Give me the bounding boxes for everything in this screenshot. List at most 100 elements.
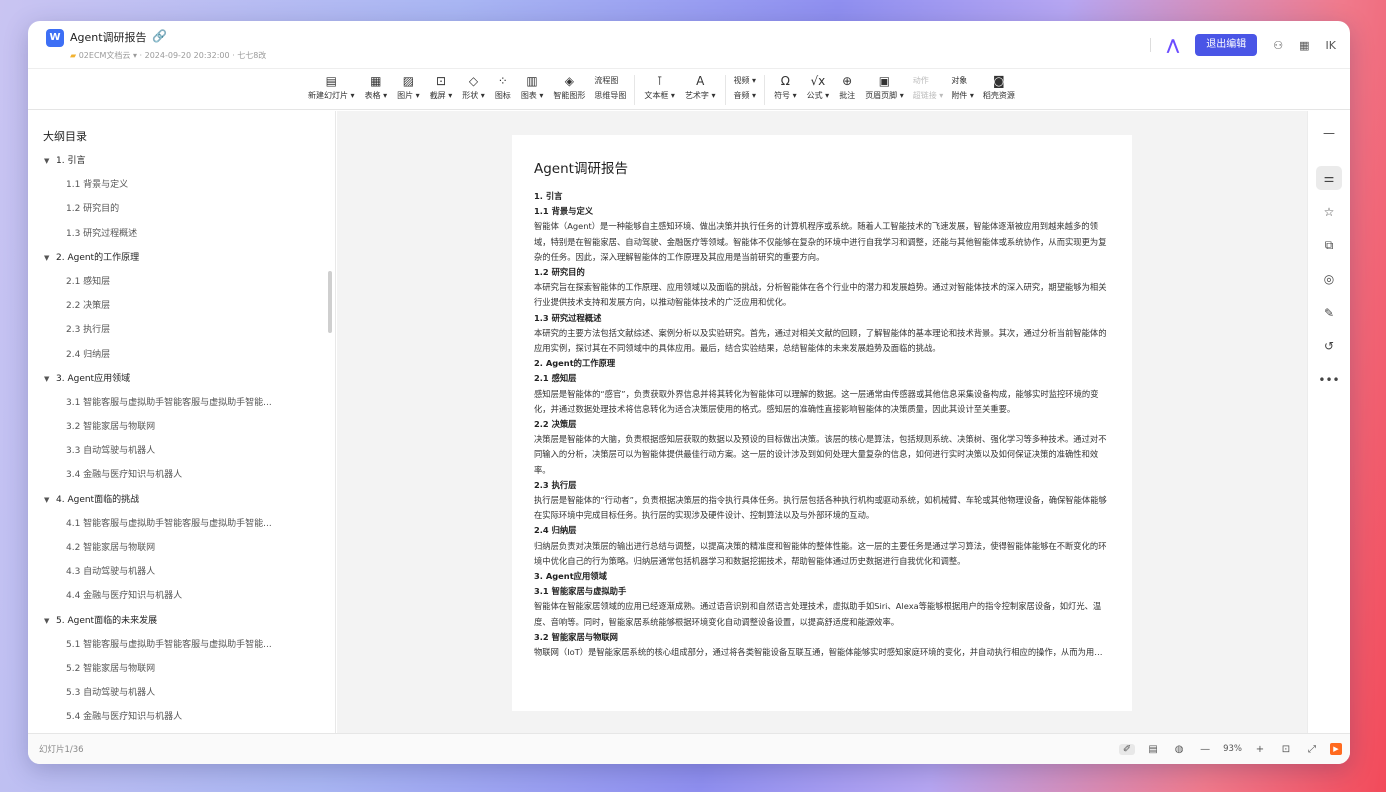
symbol-button[interactable]: Ω 符号 ▾: [769, 73, 802, 101]
wordart-button[interactable]: A 艺术字 ▾: [680, 73, 721, 101]
document-meta-text[interactable]: 02ECM文档云 ▾ · 2024-09-20 20:32:00 · 七七8改: [79, 51, 267, 60]
outline-item[interactable]: 4.3 自动驾驶与机器人: [28, 560, 288, 584]
table-button[interactable]: ▦ 表格 ▾: [360, 73, 393, 101]
slide-canvas: Agent调研报告 1. 引言 1.1 背景与定义 智能体（Agent）是一种能够自…: [337, 111, 1307, 733]
outline-item[interactable]: ▼ 4. Agent面临的挑战: [28, 488, 328, 512]
outline-item[interactable]: 2.4 归纳层: [28, 343, 288, 367]
toolbar-label: 形状 ▾: [462, 91, 485, 100]
outline-item[interactable]: ▼ 1. 引言: [28, 149, 328, 173]
status-controls: ✐ ▤ ◍ — 93% + ⊡ ⤢ ▶: [1119, 739, 1342, 759]
apps-grid-icon[interactable]: ▦: [1299, 39, 1309, 52]
outline-item[interactable]: 4.1 智能客服与虚拟助手智能客服与虚拟助手智能...: [28, 512, 288, 536]
comment-button[interactable]: ⊕ 批注: [834, 73, 860, 101]
attachment-button[interactable]: 附件 ▾: [951, 90, 974, 101]
outline-item[interactable]: ▼ 2. Agent的工作原理: [28, 246, 328, 270]
formula-button[interactable]: √x 公式 ▾: [802, 73, 835, 101]
toolbar-items: ▤ 新建幻灯片 ▾ ▦ 表格 ▾ ▨ 图片 ▾ ⊡ 截屏 ▾ ◇ 形状 ▾ ⁘ 图标 ▥ 图表 ▾ ◈ 智能图…: [303, 73, 1020, 105]
outline-item[interactable]: 5.4 金融与医疗知识与机器人: [28, 705, 288, 729]
tools-icon[interactable]: ✎: [1316, 301, 1342, 325]
zoom-level[interactable]: 93%: [1223, 744, 1242, 754]
outline-item[interactable]: ▼ 5. Agent面临的未来发展: [28, 609, 328, 633]
zoom-in-icon[interactable]: +: [1252, 744, 1268, 755]
animation-icon[interactable]: ◎: [1316, 267, 1342, 291]
outline-item[interactable]: 2.1 感知层: [28, 270, 288, 294]
smart-graphic-icon: ◈: [564, 74, 574, 88]
caret-down-icon[interactable]: ▼: [44, 246, 56, 270]
slide-heading: 1.3 研究过程概述: [534, 312, 602, 323]
settings-sliders-icon[interactable]: ⚌: [1316, 166, 1342, 190]
outline-item[interactable]: 5.3 自动驾驶与机器人: [28, 681, 288, 705]
smart-graphic-button[interactable]: ◈ 智能图形: [548, 73, 590, 101]
exit-edit-button[interactable]: 退出编辑: [1195, 34, 1258, 56]
divider: [1149, 38, 1151, 52]
sticker-icon: ◙: [993, 74, 1005, 88]
play-slideshow-icon[interactable]: ▶: [1330, 743, 1342, 755]
minimize-icon[interactable]: —: [1316, 121, 1342, 145]
mindmap-button[interactable]: 思维导图: [594, 90, 626, 101]
outline-item[interactable]: 4.4 金融与医疗知识与机器人: [28, 584, 288, 608]
outline-scrollbar[interactable]: [328, 271, 332, 333]
slide-title[interactable]: Agent调研报告: [534, 157, 1110, 177]
outline-item[interactable]: 5.2 智能家居与物联网: [28, 657, 288, 681]
object-button[interactable]: 对象: [951, 75, 974, 86]
outline-item[interactable]: 1.3 研究过程概述: [28, 222, 288, 246]
outline-item[interactable]: 3.2 智能家居与物联网: [28, 415, 288, 439]
history-icon[interactable]: ↺: [1316, 334, 1342, 358]
caret-down-icon[interactable]: ▼: [44, 367, 56, 391]
outline-item[interactable]: 2.3 执行层: [28, 318, 288, 342]
star-icon[interactable]: ☆: [1316, 200, 1342, 224]
screenshot-button[interactable]: ⊡ 截屏 ▾: [425, 73, 458, 101]
zoom-out-icon[interactable]: —: [1197, 744, 1213, 755]
textbox-button[interactable]: ⊺ 文本框 ▾: [639, 73, 680, 101]
outline-panel: 大纲目录 ▼ 1. 引言 1.1 背景与定义 1.2 研究目的 1.3 研究过程概述 ▼ 2…: [28, 111, 336, 733]
notes-icon[interactable]: ▤: [1145, 744, 1161, 755]
outline-item[interactable]: 1.1 背景与定义: [28, 173, 288, 197]
table-icon: ▦: [370, 74, 382, 88]
video-button[interactable]: 视频 ▾: [734, 75, 757, 86]
hyperlink-button: 超链接 ▾: [912, 91, 944, 100]
duplicate-icon[interactable]: ⧉: [1316, 233, 1342, 257]
link-icon[interactable]: 🔗: [152, 29, 167, 43]
user-icon[interactable]: ⚇: [1273, 39, 1283, 52]
outline-item-label: 3.3 自动驾驶与机器人: [66, 446, 156, 457]
avatar[interactable]: IK: [1326, 39, 1336, 52]
document-icon: W: [46, 29, 64, 47]
icon-library-button[interactable]: ⁘ 图标: [490, 73, 516, 101]
outline-item[interactable]: 4.2 智能家居与物联网: [28, 536, 288, 560]
outline-item[interactable]: 3.3 自动驾驶与机器人: [28, 439, 288, 463]
audio-button[interactable]: 音频 ▾: [734, 90, 757, 101]
toolbar-label: 稻壳资源: [982, 91, 1015, 100]
outline-item[interactable]: ▼ 3. Agent应用领域: [28, 367, 328, 391]
slide-body[interactable]: 1. 引言 1.1 背景与定义 智能体（Agent）是一种能够自主感知环境、做出决策…: [534, 189, 1110, 660]
caret-down-icon[interactable]: ▼: [44, 488, 56, 512]
new-slide-button[interactable]: ▤ 新建幻灯片 ▾: [303, 73, 360, 101]
slide-heading: 2.4 归纳层: [534, 525, 577, 536]
outline-item-label: 1. 引言: [56, 156, 86, 166]
sticker-button[interactable]: ◙ 稻壳资源: [978, 73, 1020, 101]
caret-down-icon[interactable]: ▼: [44, 149, 56, 173]
outline-item[interactable]: 1.2 研究目的: [28, 197, 288, 221]
action-group: 动作 超链接 ▾: [909, 73, 948, 101]
toolbar-divider: [724, 75, 726, 105]
document-title[interactable]: Agent调研报告: [70, 29, 147, 45]
image-button[interactable]: ▨ 图片 ▾: [392, 73, 425, 101]
caret-down-icon[interactable]: ▼: [44, 609, 56, 633]
header-footer-button[interactable]: ▣ 页眉页脚 ▾: [860, 73, 909, 101]
shape-button[interactable]: ◇ 形状 ▾: [457, 73, 490, 101]
outline-item[interactable]: 3.1 智能客服与虚拟助手智能客服与虚拟助手智能...: [28, 391, 288, 415]
slide-heading: 1.1 背景与定义: [534, 206, 594, 217]
more-icon[interactable]: •••: [1316, 368, 1342, 392]
flowchart-button[interactable]: 流程图: [594, 75, 626, 86]
slide-heading: 2.1 感知层: [534, 373, 577, 384]
outline-item[interactable]: 2.2 决策层: [28, 294, 288, 318]
fit-page-icon[interactable]: ⊡: [1278, 744, 1294, 755]
outline-item[interactable]: 3.4 金融与医疗知识与机器人: [28, 463, 288, 487]
chart-button[interactable]: ▥ 图表 ▾: [516, 73, 549, 101]
slide[interactable]: Agent调研报告 1. 引言 1.1 背景与定义 智能体（Agent）是一种能够自…: [512, 135, 1132, 711]
fullscreen-icon[interactable]: ⤢: [1304, 744, 1320, 755]
outline-item-label: 1.2 研究目的: [66, 204, 120, 215]
globe-icon[interactable]: ◍: [1171, 744, 1187, 755]
pen-icon[interactable]: ✐: [1119, 743, 1136, 755]
folder-icon: ▰: [70, 51, 79, 60]
outline-item[interactable]: 5.1 智能客服与虚拟助手智能客服与虚拟助手智能...: [28, 633, 288, 657]
